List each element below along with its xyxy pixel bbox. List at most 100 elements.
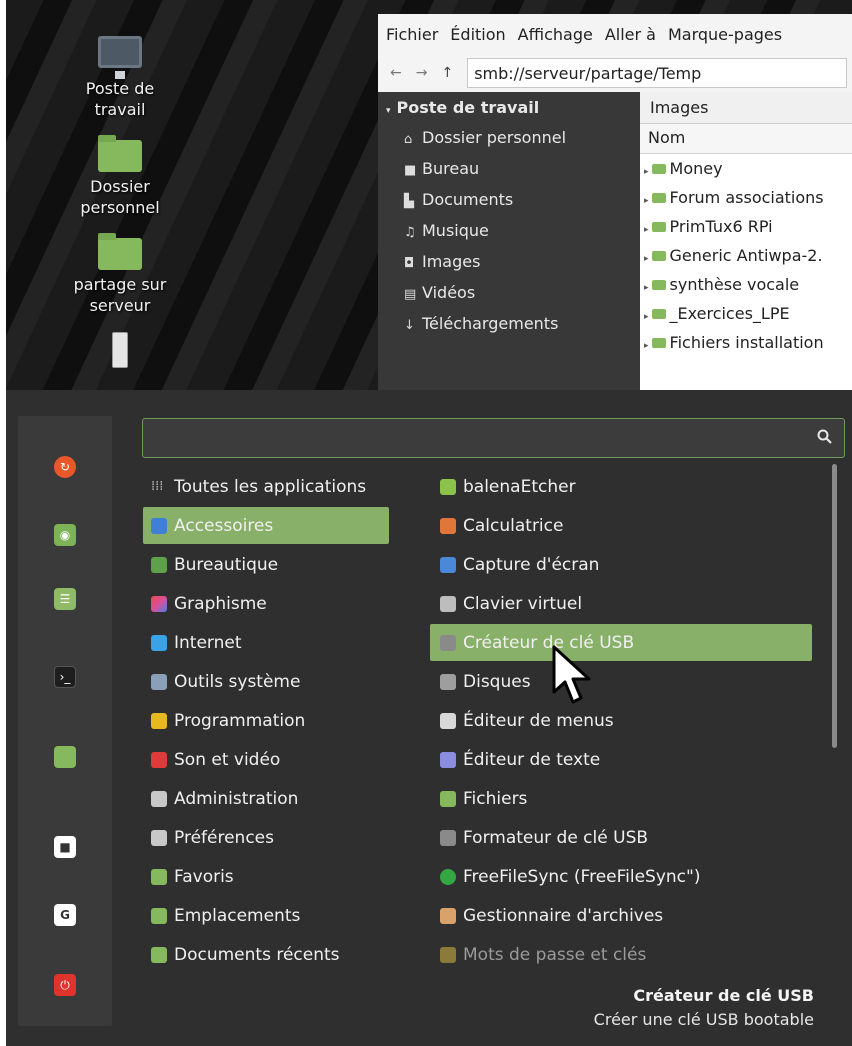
file-name: synthèse vocale [669, 275, 800, 294]
app-label: Formateur de clé USB [463, 827, 649, 848]
desktop-icon-label-line2: travail [94, 100, 146, 119]
category-son-et-video[interactable]: Son et vidéo [143, 741, 389, 778]
category-programmation[interactable]: Programmation [143, 702, 389, 739]
app-fichiers[interactable]: Fichiers [430, 780, 812, 817]
app-editeur-de-texte[interactable]: Éditeur de texte [430, 741, 812, 778]
column-header-name[interactable]: Nom [640, 124, 852, 154]
lock-screen-icon[interactable]: ■ [54, 836, 76, 858]
app-freefilesync[interactable]: FreeFileSync (FreeFileSync") [430, 858, 812, 895]
category-favoris[interactable]: Favoris [143, 858, 389, 895]
expander-icon[interactable]: ▸ [644, 167, 649, 177]
files-icon[interactable] [54, 746, 76, 768]
file-row[interactable]: ▸ Money [640, 154, 852, 183]
expander-icon[interactable]: ▸ [644, 341, 649, 351]
desktop-icon-label-line1: Dossier [90, 177, 150, 196]
category-label: Préférences [174, 827, 274, 848]
category-outils-systeme[interactable]: Outils système [143, 663, 389, 700]
app-disques[interactable]: Disques [430, 663, 812, 700]
category-preferences[interactable]: Préférences [143, 819, 389, 856]
expander-icon[interactable]: ▸ [644, 254, 649, 264]
app-mots-de-passe-et-cles[interactable]: Mots de passe et clés [430, 936, 812, 973]
app-gestionnaire-archives[interactable]: Gestionnaire d'archives [430, 897, 812, 934]
expander-icon[interactable]: ▸ [644, 312, 649, 322]
sidebar-item-telechargements[interactable]: ↓ Téléchargements [378, 310, 640, 341]
category-label: Bureautique [174, 554, 279, 575]
location-bar[interactable]: smb://serveur/partage/Temp [467, 58, 848, 88]
expander-icon[interactable]: ▸ [644, 196, 649, 206]
app-description-subtitle: Créer une clé USB bootable [593, 1010, 814, 1029]
category-graphisme[interactable]: Graphisme [143, 585, 389, 622]
firefox-icon[interactable]: ↻ [54, 456, 76, 478]
usb-drive-icon [112, 332, 128, 368]
recent-folder-icon [151, 946, 167, 963]
menu-edition[interactable]: Édition [450, 25, 505, 44]
menu-aller-a[interactable]: Aller à [605, 25, 656, 44]
scrollbar[interactable] [832, 464, 837, 748]
sidebar-item-images[interactable]: ◘ Images [378, 248, 640, 279]
desktop: Poste de travail Dossier personnel parta… [0, 0, 852, 1046]
menu-affichage[interactable]: Affichage [518, 25, 593, 44]
places-sidebar: ▾ Poste de travail ⌂ Dossier personnel ■ Bu… [378, 92, 640, 390]
sidebar-item-label: Musique [422, 221, 489, 240]
power-icon[interactable]: ⏻ [54, 974, 76, 996]
app-editeur-de-menus[interactable]: Éditeur de menus [430, 702, 812, 739]
app-createur-cle-usb[interactable]: Créateur de clé USB [430, 624, 812, 661]
folder-icon [651, 338, 666, 348]
app-clavier-virtuel[interactable]: Clavier virtuel [430, 585, 812, 622]
location-path: smb://serveur/partage/Temp [474, 63, 702, 83]
back-icon[interactable]: ← [390, 65, 402, 81]
desktop-icon-home[interactable]: Dossier personnel [50, 135, 190, 218]
software-manager-icon[interactable]: ◉ [54, 524, 76, 546]
menu-fichier[interactable]: Fichier [386, 25, 438, 44]
category-emplacements[interactable]: Emplacements [143, 897, 389, 934]
app-label: Calculatrice [463, 515, 564, 536]
sidebar-item-musique[interactable]: ♫ Musique [378, 217, 640, 248]
up-icon[interactable]: ↑ [441, 65, 453, 81]
application-menu: ↻ ◉ ☰ ›_ ■ G ⏻ ⁞⁞⁞ Toutes les application… [6, 390, 852, 1046]
keyboard-icon [440, 595, 456, 612]
system-settings-icon[interactable]: ☰ [54, 588, 76, 610]
file-row[interactable]: ▸ PrimTux6 RPi [640, 212, 852, 241]
sidebar-heading[interactable]: ▾ Poste de travail [378, 96, 640, 124]
logout-icon[interactable]: G [54, 904, 76, 926]
category-all-applications[interactable]: ⁞⁞⁞ Toutes les applications [143, 468, 389, 505]
app-capture-ecran[interactable]: Capture d'écran [430, 546, 812, 583]
desktop-icon-network-share[interactable]: partage sur serveur [50, 233, 190, 316]
menu-marque-pages[interactable]: Marque-pages [668, 25, 782, 44]
disks-icon [440, 673, 456, 690]
file-row[interactable]: ▸ _Exercices_LPE [640, 299, 852, 328]
category-label: Son et vidéo [174, 749, 281, 770]
desktop-icon-computer[interactable]: Poste de travail [50, 36, 190, 120]
category-internet[interactable]: Internet [143, 624, 389, 661]
file-row[interactable]: ▸ Forum associations [640, 183, 852, 212]
sidebar-item-dossier-personnel[interactable]: ⌂ Dossier personnel [378, 124, 640, 155]
app-label: Fichiers [463, 788, 528, 809]
file-row[interactable]: ▸ Generic Antiwpa-2. [640, 241, 852, 270]
app-calculatrice[interactable]: Calculatrice [430, 507, 812, 544]
category-administration[interactable]: Administration [143, 780, 389, 817]
forward-icon[interactable]: → [416, 65, 428, 81]
search-input[interactable] [142, 418, 845, 458]
sidebar-item-documents[interactable]: ▙ Documents [378, 186, 640, 217]
places-folder-icon [151, 907, 167, 924]
file-row[interactable]: ▸ synthèse vocale [640, 270, 852, 299]
expander-icon[interactable]: ▸ [644, 283, 649, 293]
category-bureautique[interactable]: Bureautique [143, 546, 389, 583]
app-formateur-cle-usb[interactable]: Formateur de clé USB [430, 819, 812, 856]
file-row[interactable]: ▸ Fichiers installation [640, 328, 852, 357]
file-name: _Exercices_LPE [669, 304, 790, 323]
file-name: Forum associations [669, 188, 824, 207]
desktop-icon-usb-drive[interactable] [50, 332, 190, 372]
app-label: FreeFileSync (FreeFileSync") [463, 866, 701, 887]
app-label: Mots de passe et clés [463, 944, 647, 965]
category-documents-recents[interactable]: Documents récents [143, 936, 389, 973]
app-balenaetcher[interactable]: balenaEtcher [430, 468, 812, 505]
expander-icon[interactable]: ▸ [644, 225, 649, 235]
sidebar-item-videos[interactable]: ▤ Vidéos [378, 279, 640, 310]
terminal-icon[interactable]: ›_ [54, 666, 76, 688]
category-label: Administration [174, 788, 299, 809]
file-name: PrimTux6 RPi [669, 217, 773, 236]
category-accessoires[interactable]: Accessoires [143, 507, 389, 544]
sidebar-item-bureau[interactable]: ■ Bureau [378, 155, 640, 186]
app-label: Éditeur de texte [463, 749, 601, 770]
